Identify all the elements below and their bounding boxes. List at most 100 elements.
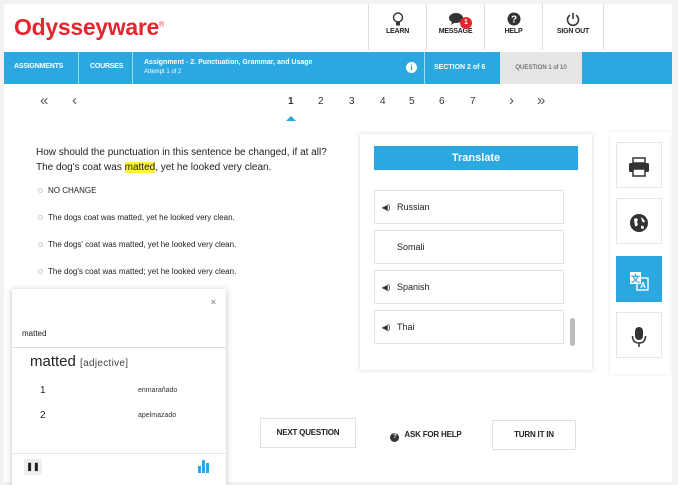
first-page-button[interactable]: « (40, 92, 48, 109)
courses-link[interactable]: COURSES (90, 63, 123, 70)
question-sentence: The dog's coat was matted, yet he looked… (36, 162, 327, 173)
sentence-after: , yet he looked very clean. (155, 162, 272, 173)
page-2[interactable]: 2 (318, 96, 324, 107)
turn-it-in-button[interactable]: TURN IT IN (492, 420, 576, 450)
lightbulb-icon (369, 4, 426, 28)
page-4[interactable]: 4 (380, 96, 386, 107)
learn-label: LEARN (385, 28, 410, 35)
dictionary-headword: matted [adjective] (30, 353, 128, 370)
language-name: Russian (397, 202, 430, 212)
last-page-button[interactable]: » (537, 92, 545, 109)
svg-text:?: ? (510, 15, 516, 26)
microphone-icon (631, 326, 647, 348)
sentence-before: The dog's coat was (36, 162, 125, 173)
translate-header: Translate (374, 146, 578, 170)
info-icon[interactable]: i (406, 62, 417, 73)
entry-number: 2 (40, 410, 46, 421)
help-label: HELP (504, 28, 523, 35)
answer-choice-c[interactable]: The dogs' coat was matted, yet he looked… (38, 240, 236, 249)
question-text: How should the punctuation in this sente… (36, 147, 327, 173)
entry-number: 1 (40, 385, 46, 396)
answer-choice-d[interactable]: The dog's coat was matted; yet he looked… (38, 267, 236, 276)
language-name: Thai (397, 322, 415, 332)
speaker-icon[interactable]: ◀) (375, 192, 397, 224)
section-indicator: SECTION 2 of 6 (434, 64, 486, 71)
tools-sidebar: 文A (610, 132, 670, 374)
language-name: Spanish (397, 282, 430, 292)
svg-text:A: A (640, 281, 646, 290)
prev-page-button[interactable]: ‹ (72, 92, 77, 109)
printer-icon (628, 156, 650, 177)
entry-translation: apelmazado (138, 412, 177, 419)
translate-icon: 文A (629, 270, 649, 291)
audio-level-icon (198, 459, 212, 473)
message-button[interactable]: 1 MESSAGE (426, 4, 484, 50)
language-option-spanish[interactable]: ◀) Spanish (374, 270, 564, 304)
message-badge: 1 (460, 17, 472, 29)
nav-divider (132, 52, 133, 84)
help-button[interactable]: ? HELP (484, 4, 542, 50)
language-option-russian[interactable]: ◀) Russian (374, 190, 564, 224)
language-name: Somali (397, 242, 425, 252)
message-label: MESSAGE (438, 28, 473, 35)
choice-label: The dogs' coat was matted, yet he looked… (48, 240, 237, 249)
language-option-somali[interactable]: Somali (374, 230, 564, 264)
choice-label: NO CHANGE (48, 186, 97, 195)
speaker-icon[interactable]: ◀) (375, 272, 397, 304)
sign-out-button[interactable]: SIGN OUT (542, 4, 604, 50)
assignments-link[interactable]: ASSIGNMENTS (14, 63, 63, 70)
page-5[interactable]: 5 (409, 96, 415, 107)
radio-button[interactable] (38, 188, 43, 194)
page-1[interactable]: 1 (288, 96, 294, 107)
power-icon (543, 4, 603, 28)
question-indicator: QUESTION 1 of 10 (500, 52, 582, 84)
assignment-navbar: ASSIGNMENTS COURSES Assignment - 2. Punc… (4, 52, 672, 84)
close-icon[interactable]: × (211, 297, 216, 307)
translate-scrollbar[interactable] (570, 318, 575, 346)
radio-button[interactable] (38, 242, 43, 248)
pause-icon[interactable]: ❚❚ (24, 459, 42, 475)
divider (12, 347, 226, 348)
learn-button[interactable]: LEARN (368, 4, 426, 50)
highlighted-word[interactable]: matted (124, 162, 156, 173)
ask-for-help-button[interactable]: ? ASK FOR HELP (376, 420, 476, 450)
app-window: Odysseyware® LEARN 1 MESSAGE ? HELP SIGN (4, 4, 672, 485)
globe-button[interactable] (616, 198, 662, 244)
next-page-button[interactable]: › (509, 92, 514, 109)
part-of-speech: [adjective] (80, 358, 129, 369)
print-button[interactable] (616, 142, 662, 188)
nav-divider (424, 52, 425, 84)
speaker-icon[interactable]: ◀) (375, 312, 397, 344)
answer-choice-a[interactable]: NO CHANGE (38, 186, 96, 195)
sign-out-label: SIGN OUT (556, 28, 590, 35)
language-option-thai[interactable]: ◀) Thai (374, 310, 564, 344)
translate-panel: Translate ◀) Russian Somali ◀) Spanish ◀) T… (360, 134, 592, 370)
assignment-title: Assignment - 2. Punctuation, Grammar, an… (144, 59, 313, 66)
question-prompt: How should the punctuation in this sente… (36, 147, 327, 158)
radio-button[interactable] (38, 215, 43, 221)
globe-icon (629, 212, 649, 233)
assignment-attempt: Attempt 1 of 2 (144, 69, 182, 75)
radio-button[interactable] (38, 269, 43, 275)
answer-choice-b[interactable]: The dogs coat was matted, yet he looked … (38, 213, 235, 222)
dictionary-search-word: matted (22, 329, 47, 338)
help-icon: ? (390, 433, 400, 442)
action-bar: NEXT QUESTION ? ASK FOR HELP TURN IT IN (236, 396, 672, 482)
entry-translation: enmarañado (138, 387, 178, 394)
page-7[interactable]: 7 (470, 96, 476, 107)
odysseyware-logo[interactable]: Odysseyware® (14, 14, 164, 41)
translate-button[interactable]: 文A (616, 256, 662, 302)
header: Odysseyware® LEARN 1 MESSAGE ? HELP SIGN (4, 4, 672, 50)
ask-for-help-label: ASK FOR HELP (404, 430, 462, 439)
next-question-button[interactable]: NEXT QUESTION (260, 418, 356, 448)
page-6[interactable]: 6 (439, 96, 445, 107)
page-3[interactable]: 3 (349, 96, 355, 107)
nav-divider (78, 52, 79, 84)
logo-registered-mark: ® (159, 21, 164, 29)
divider (12, 453, 226, 454)
current-page-indicator (286, 116, 296, 121)
dictionary-popup: × matted matted [adjective] 1 enmarañado… (12, 289, 226, 485)
message-icon (427, 4, 484, 28)
microphone-button[interactable] (616, 312, 662, 358)
logo-text: Odysseyware (14, 14, 160, 40)
